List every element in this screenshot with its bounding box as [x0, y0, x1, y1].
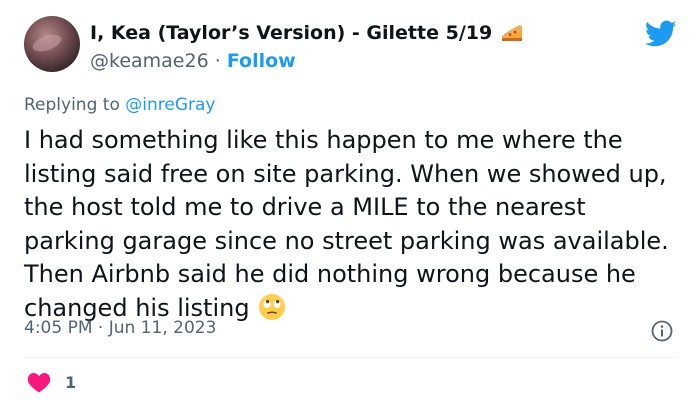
- tweet-date: Jun 11, 2023: [108, 318, 217, 338]
- divider: [24, 357, 676, 358]
- pie-emoji-icon: [502, 25, 523, 41]
- tweet-time: 4:05 PM: [24, 318, 93, 338]
- author-handle[interactable]: @keamae26: [90, 50, 209, 72]
- author-handle-row: @keamae26 · Follow: [90, 50, 296, 72]
- twitter-bird-icon[interactable]: [645, 20, 677, 48]
- author-display-name[interactable]: I, Kea (Taylor’s Version) - Gilette 5/19: [90, 22, 492, 44]
- replying-to: Replying to @inreGray: [24, 95, 215, 115]
- reply-target-link[interactable]: @inreGray: [125, 95, 215, 115]
- like-count: 1: [65, 372, 77, 392]
- face-with-rolling-eyes-icon: [258, 293, 285, 320]
- replying-to-prefix: Replying to: [24, 95, 120, 115]
- tweet-body: I had something like this happen to me w…: [24, 126, 669, 322]
- heart-icon[interactable]: [27, 371, 51, 393]
- author-name-row: I, Kea (Taylor’s Version) - Gilette 5/19: [90, 22, 524, 44]
- follow-button[interactable]: Follow: [227, 50, 296, 72]
- like-action[interactable]: 1: [27, 371, 76, 393]
- info-icon[interactable]: [651, 320, 673, 342]
- timestamp-separator: ·: [97, 318, 104, 338]
- tweet-timestamp[interactable]: 4:05 PM · Jun 11, 2023: [24, 318, 216, 338]
- author-avatar[interactable]: [24, 16, 80, 72]
- tweet-text: I had something like this happen to me w…: [24, 124, 684, 325]
- handle-separator: ·: [214, 50, 221, 72]
